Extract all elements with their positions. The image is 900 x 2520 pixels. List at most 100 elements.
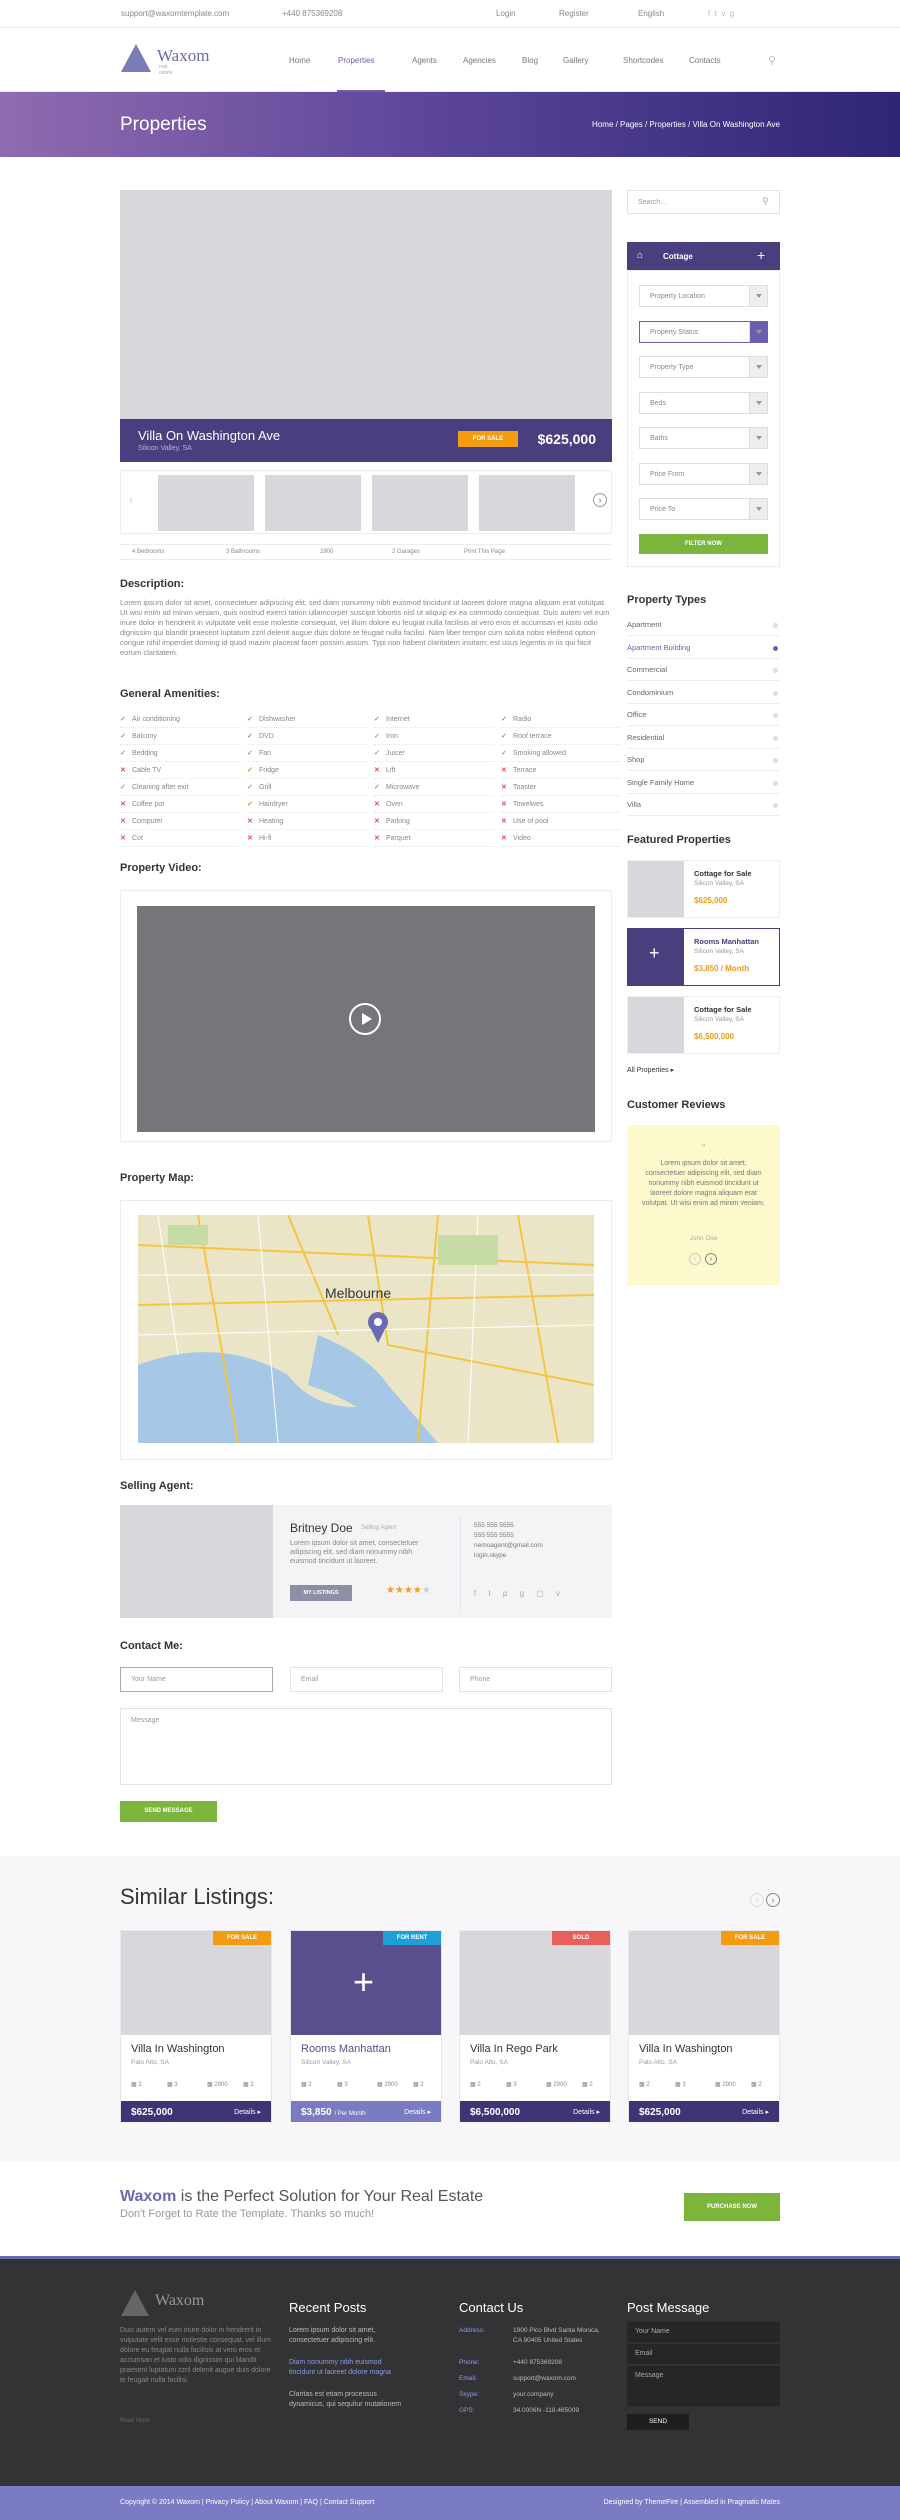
property-type-item[interactable]: Apartment bbox=[627, 614, 780, 636]
featured-property[interactable]: Cottage for Sale Silicon Valley, SA $6,500… bbox=[627, 996, 780, 1054]
amenity-item: ✓ Iron bbox=[374, 728, 494, 745]
property-type-item[interactable]: Single Family Home bbox=[627, 772, 780, 794]
nav-blog[interactable]: Blog bbox=[522, 56, 538, 65]
filter-select[interactable]: Property Status bbox=[639, 320, 768, 343]
language-select[interactable]: English bbox=[638, 9, 664, 18]
gps-label: GPS: bbox=[459, 2407, 475, 2414]
listing-title[interactable]: Villa In Washington bbox=[131, 2043, 225, 2055]
credits[interactable]: Designed by ThemeFire | Assembled in Pra… bbox=[604, 2499, 780, 2506]
agent-email[interactable]: nemoagent@gmail.com bbox=[474, 1541, 543, 1551]
similar-next-icon[interactable]: › bbox=[766, 1893, 780, 1907]
property-type-item[interactable]: Office bbox=[627, 704, 780, 726]
details-link[interactable]: Details ▸ bbox=[742, 2108, 769, 2116]
nav-agencies[interactable]: Agencies bbox=[463, 56, 496, 65]
next-arrow-icon[interactable]: › bbox=[593, 493, 607, 507]
skype-value[interactable]: your.company bbox=[513, 2391, 553, 2398]
login-link[interactable]: Login bbox=[496, 9, 516, 18]
footer-message-input[interactable]: Message bbox=[627, 2366, 780, 2406]
footer-contact-list: Address: 1900 Pico Blvd Santa Monica, CA … bbox=[459, 2326, 619, 2422]
nav-properties[interactable]: Properties bbox=[338, 56, 374, 65]
read-more-link[interactable]: Read More bbox=[120, 2418, 150, 2424]
my-listings-button[interactable]: MY LISTINGS bbox=[290, 1585, 352, 1601]
name-input[interactable]: Your Name bbox=[120, 1667, 273, 1692]
nav-agents[interactable]: Agents bbox=[412, 56, 437, 65]
agent-social-icons[interactable]: f t p g ▢ v bbox=[474, 1589, 565, 1598]
listing-card[interactable]: FOR SALE Villa In Washington Palo Alto, SA… bbox=[628, 1930, 780, 2122]
send-message-button[interactable]: SEND MESSAGE bbox=[120, 1801, 217, 1822]
purchase-button[interactable]: PURCHASE NOW bbox=[684, 2193, 780, 2221]
filter-select[interactable]: Baths bbox=[639, 427, 768, 449]
filter-select[interactable]: Property Type bbox=[639, 356, 768, 378]
property-type-label: Apartment bbox=[627, 620, 662, 629]
listing-image[interactable] bbox=[121, 1931, 271, 2035]
property-type-label: Apartment Building bbox=[627, 642, 691, 652]
nav-home[interactable]: Home bbox=[289, 56, 310, 65]
listing-card[interactable]: FOR SALE Villa In Washington Palo Alto, SA… bbox=[120, 1930, 272, 2122]
prev-arrow-icon[interactable]: ‹ bbox=[129, 493, 133, 507]
property-type-item[interactable]: Apartment Building bbox=[627, 637, 780, 659]
register-link[interactable]: Register bbox=[559, 9, 589, 18]
similar-prev-icon[interactable]: ‹ bbox=[750, 1893, 764, 1907]
filter-button[interactable]: FILTER NOW bbox=[639, 534, 768, 554]
listing-title[interactable]: Rooms Manhattan bbox=[301, 2043, 391, 2055]
filter-select[interactable]: Price To bbox=[639, 498, 768, 520]
play-icon[interactable] bbox=[349, 1003, 381, 1035]
filter-select[interactable]: Property Location bbox=[639, 285, 768, 307]
listing-image[interactable] bbox=[629, 1931, 779, 2035]
featured-property[interactable]: Cottage for Sale Silicon Valley, SA $625,0… bbox=[627, 860, 780, 918]
listing-card[interactable]: SOLD Villa In Rego Park Palo Alto, SA ▩ 2 ▩ … bbox=[459, 1930, 611, 2122]
property-type-item[interactable]: Commercial bbox=[627, 659, 780, 681]
property-type-item[interactable]: Condominium bbox=[627, 682, 780, 704]
phone-input[interactable]: Phone bbox=[459, 1667, 612, 1692]
property-type-item[interactable]: Villa bbox=[627, 794, 780, 816]
next-review-icon[interactable]: › bbox=[705, 1253, 717, 1265]
listing-card[interactable]: + FOR RENT Rooms Manhattan Silicon Valley, … bbox=[290, 1930, 442, 2122]
thumbnail[interactable] bbox=[372, 475, 468, 531]
copyright-links[interactable]: Copyright © 2014 Waxom | Privacy Policy … bbox=[120, 2499, 374, 2506]
filter-select[interactable]: Price From bbox=[639, 462, 768, 485]
property-map[interactable]: Melbourne bbox=[138, 1215, 594, 1443]
footer-post[interactable]: Diam nonummy nibh euismod tincidunt ut l… bbox=[289, 2358, 407, 2378]
nav-gallery[interactable]: Gallery bbox=[563, 56, 588, 65]
topbar-email[interactable]: support@waxomtemplate.com bbox=[121, 9, 229, 18]
listing-title[interactable]: Villa In Washington bbox=[639, 2043, 733, 2055]
prev-review-icon[interactable]: ‹ bbox=[689, 1253, 701, 1265]
search-icon[interactable]: ⚲ bbox=[762, 196, 769, 207]
social-icons[interactable]: f t v g bbox=[708, 9, 734, 18]
featured-property[interactable]: + Rooms Manhattan Silicon Valley, SA $3,850… bbox=[627, 928, 780, 986]
message-textarea[interactable]: Message bbox=[120, 1708, 612, 1785]
plus-icon[interactable]: + bbox=[757, 247, 765, 263]
property-type-item[interactable]: Shop bbox=[627, 749, 780, 771]
thumbnail[interactable] bbox=[479, 475, 575, 531]
nav-shortcodes[interactable]: Shortcodes bbox=[623, 56, 663, 65]
feature-value: 2 bbox=[477, 2082, 481, 2088]
footer-send-button[interactable]: SEND bbox=[627, 2414, 689, 2430]
filter-select[interactable]: Beds bbox=[639, 391, 768, 414]
property-type-item[interactable]: Residential bbox=[627, 727, 780, 749]
details-link[interactable]: Details ▸ bbox=[234, 2108, 261, 2116]
footer-post[interactable]: Claritas est etiam processus dynamicus, … bbox=[289, 2390, 407, 2410]
agent-skype[interactable]: login.skype bbox=[474, 1551, 543, 1561]
email-value[interactable]: support@waxom.com bbox=[513, 2375, 576, 2382]
amenity-item: ✓ Fridge bbox=[247, 762, 367, 779]
breadcrumb[interactable]: Home / Pages / Properties / Villa On Was… bbox=[592, 120, 780, 129]
search-tab[interactable]: ⌂ Cottage + bbox=[627, 242, 780, 270]
thumbnail[interactable] bbox=[158, 475, 254, 531]
thumbnail[interactable] bbox=[265, 475, 361, 531]
listing-title[interactable]: Villa In Rego Park bbox=[470, 2043, 558, 2055]
search-input[interactable]: Search... bbox=[627, 190, 780, 214]
all-properties-link[interactable]: All Properties ▸ bbox=[627, 1066, 674, 1074]
listing-image[interactable] bbox=[460, 1931, 610, 2035]
email-input[interactable]: Email bbox=[290, 1667, 443, 1692]
print-link[interactable]: Print This Page bbox=[464, 549, 505, 555]
footer-name-input[interactable]: Your Name bbox=[627, 2322, 780, 2342]
details-link[interactable]: Details ▸ bbox=[573, 2108, 600, 2116]
nav-contacts[interactable]: Contacts bbox=[689, 56, 721, 65]
details-link[interactable]: Details ▸ bbox=[404, 2108, 431, 2116]
footer-email-input[interactable]: Email bbox=[627, 2344, 780, 2364]
footer-post[interactable]: Lorem ipsum dolor sit amet, consectetuer… bbox=[289, 2326, 407, 2346]
agent-contacts: 555 555 5555 555 555 5555 nemoagent@gmai… bbox=[474, 1521, 543, 1561]
listing-image[interactable]: + bbox=[291, 1931, 441, 2035]
search-icon[interactable]: ⚲ bbox=[768, 54, 776, 67]
amenity-item: ✕ Cot bbox=[120, 830, 240, 847]
